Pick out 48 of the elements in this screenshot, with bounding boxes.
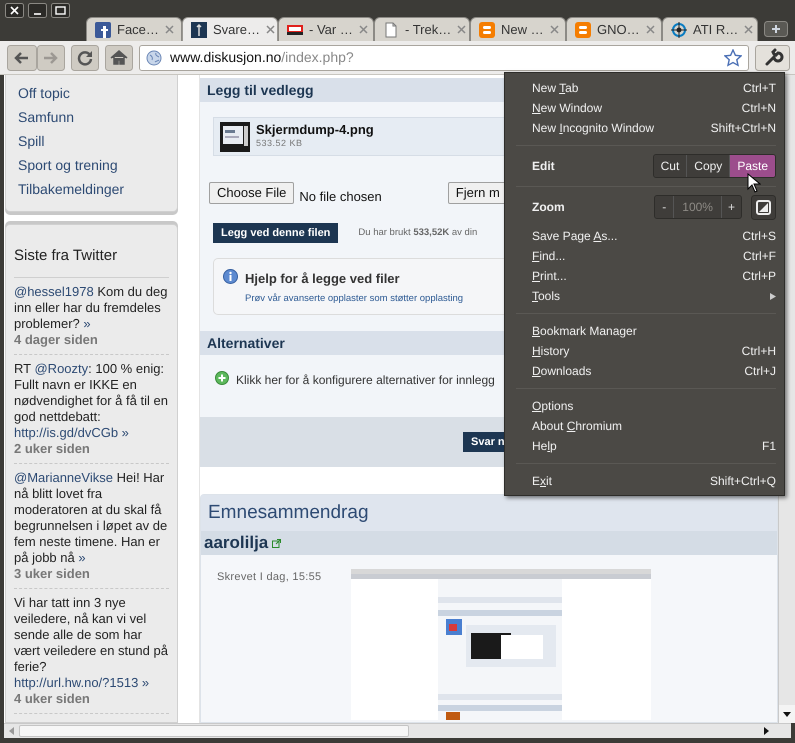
shortcut-text: Ctrl+P: [742, 268, 776, 285]
file-status: No file chosen: [299, 188, 382, 206]
tab-title: Face…: [117, 20, 159, 39]
menu-item-label: Downloads: [532, 363, 592, 380]
menu-item-label: Print...: [532, 268, 567, 285]
tab-title: Svare…: [213, 20, 260, 39]
menu-item-label: Options: [532, 398, 574, 415]
tab-title: - Var …: [309, 20, 353, 39]
url-text: www.diskusjon.no/index.php?: [170, 48, 355, 67]
quota-text: Du har brukt 533,52K av din: [358, 226, 478, 240]
menu-item-label: Tools: [532, 288, 560, 305]
menu-item-label: Save Page As...: [532, 228, 618, 245]
menu-item-label: New Window: [532, 100, 602, 117]
tweet-text: Vi har tatt inn 3 nye veiledere, nå kan vi vel sende alle de som har vært veiledere en stund på ferie? http://url.hw.no/?1513 »: [14, 594, 169, 690]
tab-title: - Trek…: [405, 20, 452, 39]
menu-item-label: Exit: [532, 473, 552, 490]
tab-title: New …: [501, 20, 544, 39]
help-title: Hjelp for å legge ved filer: [245, 270, 401, 288]
tab-title: ATI R…: [693, 20, 738, 39]
file-size: 533.52 KB: [256, 137, 304, 150]
menu-item-label: Zoom: [532, 199, 565, 216]
post-date: Skrevet I dag, 15:55: [217, 570, 322, 585]
menu-item-label: New Incognito Window: [532, 120, 654, 137]
panel-title: Emnesammendrag: [201, 495, 777, 531]
shortcut-text: Ctrl+F: [743, 248, 776, 265]
tweet-time: 3 uker siden: [14, 566, 91, 582]
shortcut-text: F1: [762, 438, 776, 455]
tweet-time: 4 uker siden: [14, 690, 91, 706]
tweet-text: @MarianneVikse Hei! Har nå blitt lovet fra moderatoren at du skal få begrunnelsen i løpet av de fem neste timene. Han er på jobb nå »: [14, 470, 168, 566]
menu-item-label: Help: [532, 438, 557, 455]
tweet-time: 2 uker siden: [14, 440, 91, 456]
shortcut-text: Shift+Ctrl+Q: [710, 473, 776, 490]
tab-title: GNO…: [597, 20, 640, 39]
help-text: Prøv vår avanserte opplaster som støtter opplasting: [245, 292, 464, 306]
shortcut-text: Ctrl+N: [742, 100, 776, 117]
menu-item-label: About Chromium: [532, 418, 622, 435]
menu-item-label: New Tab: [532, 80, 578, 97]
tweet-time: 4 dager siden: [14, 332, 99, 348]
menu-item-label: Find...: [532, 248, 566, 265]
menu-item-label: Edit: [532, 158, 555, 175]
zoom-level: 100%: [673, 196, 722, 218]
panel-title: Siste fra Twitter: [14, 245, 169, 278]
shortcut-text: Ctrl+T: [743, 80, 776, 97]
tweet-text: RT @Roozty: 100 % enig: Fullt navn er IKKE en nødvendighet for å få til en god nettdebatt: http://is.gd/dvCGb »: [14, 360, 169, 440]
shortcut-text: Shift+Ctrl+N: [710, 120, 776, 137]
shortcut-text: Ctrl+J: [744, 363, 776, 380]
tweet-text: @hessel1978 Kom du deg inn eller har du fremdeles problemer? »: [14, 284, 168, 332]
shortcut-text: Ctrl+S: [742, 228, 776, 245]
